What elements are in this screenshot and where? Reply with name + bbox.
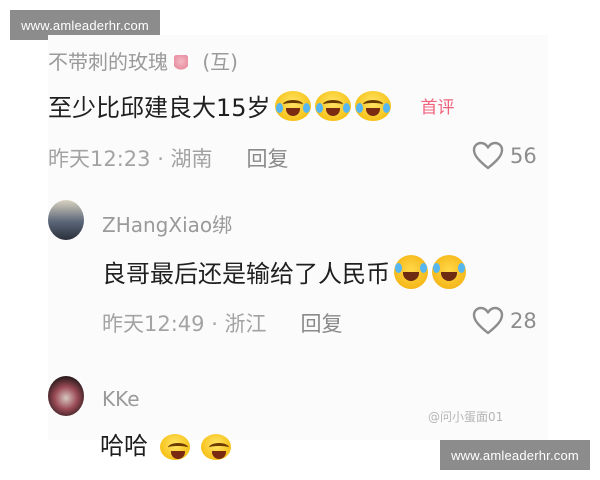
- comment-2-time-location: 昨天12:49 · 浙江: [102, 312, 267, 336]
- first-comment-badge: 首评: [420, 98, 455, 118]
- crying-laugh-emoji-icon: [201, 434, 232, 460]
- comment-1-meta: 昨天12:23 · 湖南 回复: [48, 143, 289, 173]
- source-watermark: @问小蛋面01: [428, 410, 504, 424]
- comment-2-meta: 昨天12:49 · 浙江 回复: [102, 308, 343, 338]
- crying-laugh-emoji-icon: [314, 90, 351, 121]
- comment-1-username-suffix: (互): [202, 50, 238, 74]
- comment-1-username[interactable]: 不带刺的玫瑰 (互): [48, 46, 238, 75]
- comment-1-like-count: 56: [510, 144, 537, 168]
- avatar[interactable]: [48, 376, 84, 416]
- comment-1-like-button[interactable]: 56: [472, 141, 537, 171]
- comment-1-text: 至少比邱建良大15岁: [48, 94, 271, 122]
- comment-3-username[interactable]: KKe: [102, 387, 140, 411]
- comment-2-content: 良哥最后还是输给了人民币: [102, 254, 466, 289]
- heart-outline-icon: [472, 141, 504, 170]
- laughing-crying-emoji-icon: [432, 254, 466, 289]
- comment-1-time-location: 昨天12:23 · 湖南: [48, 147, 213, 171]
- heart-outline-icon: [472, 306, 504, 335]
- comment-1-username-text: 不带刺的玫瑰: [48, 50, 168, 74]
- comment-2-username[interactable]: ZHangXiao绑: [102, 209, 232, 238]
- crying-laugh-emoji-icon: [274, 90, 311, 121]
- rose-icon: [174, 54, 188, 73]
- laughing-crying-emoji-icon: [394, 254, 428, 289]
- comment-3-content: 哈哈: [100, 426, 232, 461]
- watermark-bottom: www.amleaderhr.com: [440, 440, 590, 470]
- comment-2-reply-button[interactable]: 回复: [301, 308, 343, 338]
- comment-2-like-button[interactable]: 28: [472, 306, 537, 336]
- comment-2-text: 良哥最后还是输给了人民币: [102, 260, 390, 288]
- comment-1-content: 至少比邱建良大15岁 首评: [48, 88, 455, 123]
- comment-1-reply-button[interactable]: 回复: [247, 143, 289, 173]
- comment-2-like-count: 28: [510, 309, 537, 333]
- comment-3-text: 哈哈: [100, 432, 148, 460]
- crying-laugh-emoji-icon: [159, 434, 190, 460]
- crying-laugh-emoji-icon: [354, 90, 391, 121]
- avatar[interactable]: [48, 200, 84, 240]
